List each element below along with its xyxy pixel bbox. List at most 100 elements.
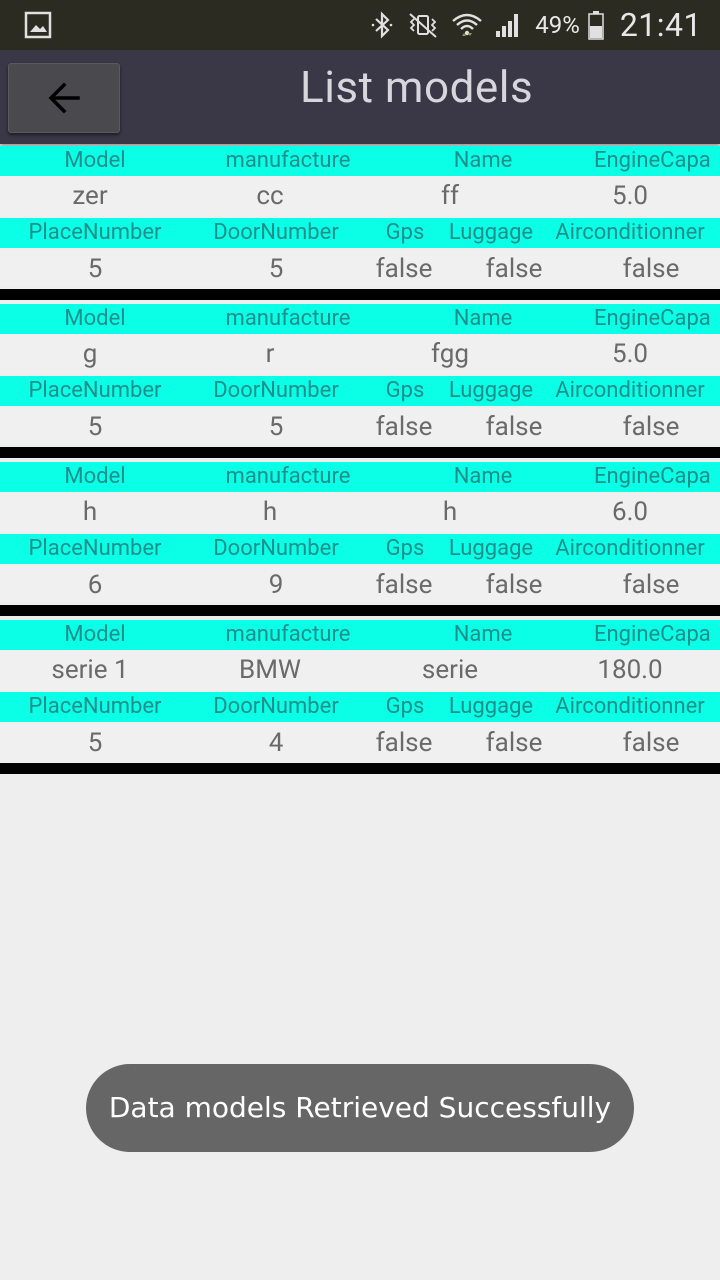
label-engine-capacity: EngineCapa bbox=[594, 148, 711, 173]
luggage-value: false bbox=[485, 570, 543, 600]
manufacture-value: h bbox=[262, 497, 278, 527]
list-item[interactable]: Model manufacture Name EngineCapa serie … bbox=[0, 620, 720, 778]
header-row-1: Model manufacture Name EngineCapa bbox=[0, 146, 720, 176]
battery-icon bbox=[588, 11, 604, 40]
label-place-number: PlaceNumber bbox=[28, 694, 162, 719]
wifi-icon bbox=[452, 13, 483, 36]
airconditionner-value: false bbox=[622, 254, 680, 284]
value-row-2: 5 5 false false false bbox=[0, 408, 720, 444]
label-door-number: DoorNumber bbox=[213, 220, 339, 245]
label-place-number: PlaceNumber bbox=[28, 536, 162, 561]
label-manufacture: manufacture bbox=[225, 306, 351, 331]
back-button[interactable] bbox=[8, 63, 120, 133]
value-row-1: serie 1 BMW serie 180.0 bbox=[0, 650, 720, 690]
label-engine-capacity: EngineCapa bbox=[594, 464, 711, 489]
label-place-number: PlaceNumber bbox=[28, 220, 162, 245]
name-value: ff bbox=[440, 181, 460, 211]
label-airconditionner: Airconditionner bbox=[555, 220, 705, 245]
value-row-1: h h h 6.0 bbox=[0, 492, 720, 532]
models-list: Model manufacture Name EngineCapa zer cc… bbox=[0, 146, 720, 778]
engine-capacity-value: 5.0 bbox=[611, 181, 649, 211]
label-luggage: Luggage bbox=[448, 220, 534, 245]
gps-value: false bbox=[375, 570, 433, 600]
label-manufacture: manufacture bbox=[225, 622, 351, 647]
label-door-number: DoorNumber bbox=[213, 378, 339, 403]
manufacture-value: BMW bbox=[239, 655, 301, 685]
gps-value: false bbox=[375, 412, 433, 442]
label-airconditionner: Airconditionner bbox=[555, 694, 705, 719]
label-manufacture: manufacture bbox=[225, 148, 351, 173]
label-luggage: Luggage bbox=[448, 694, 534, 719]
divider bbox=[0, 605, 720, 616]
header-row-2: PlaceNumber DoorNumber Gps Luggage Airco… bbox=[0, 692, 720, 722]
label-name: Name bbox=[453, 306, 513, 331]
arrow-left-icon bbox=[48, 82, 80, 114]
label-airconditionner: Airconditionner bbox=[555, 378, 705, 403]
engine-capacity-value: 6.0 bbox=[611, 497, 649, 527]
label-door-number: DoorNumber bbox=[213, 694, 339, 719]
engine-capacity-value: 180.0 bbox=[597, 655, 663, 685]
name-value: fgg bbox=[431, 339, 469, 369]
label-model: Model bbox=[64, 464, 126, 489]
list-item[interactable]: Model manufacture Name EngineCapa h h h … bbox=[0, 462, 720, 620]
divider bbox=[0, 447, 720, 458]
label-model: Model bbox=[64, 622, 126, 647]
label-name: Name bbox=[453, 464, 513, 489]
header-row-1: Model manufacture Name EngineCapa bbox=[0, 462, 720, 492]
label-luggage: Luggage bbox=[448, 378, 534, 403]
model-value: serie 1 bbox=[51, 655, 129, 685]
value-row-1: g r fgg 5.0 bbox=[0, 334, 720, 374]
clock: 21:41 bbox=[619, 6, 702, 44]
model-value: zer bbox=[72, 181, 108, 211]
label-name: Name bbox=[453, 148, 513, 173]
gallery-icon bbox=[24, 11, 52, 39]
luggage-value: false bbox=[485, 412, 543, 442]
airconditionner-value: false bbox=[622, 728, 680, 758]
label-gps: Gps bbox=[385, 220, 425, 245]
place-number-value: 5 bbox=[87, 254, 103, 284]
label-engine-capacity: EngineCapa bbox=[594, 622, 711, 647]
place-number-value: 5 bbox=[87, 412, 103, 442]
manufacture-value: r bbox=[265, 339, 275, 369]
list-item[interactable]: Model manufacture Name EngineCapa zer cc… bbox=[0, 146, 720, 304]
value-row-1: zer cc ff 5.0 bbox=[0, 176, 720, 216]
door-number-value: 5 bbox=[268, 412, 284, 442]
header-row-1: Model manufacture Name EngineCapa bbox=[0, 304, 720, 334]
place-number-value: 5 bbox=[87, 728, 103, 758]
label-manufacture: manufacture bbox=[225, 464, 351, 489]
label-gps: Gps bbox=[385, 378, 425, 403]
action-bar: List models bbox=[0, 50, 720, 144]
list-item[interactable]: Model manufacture Name EngineCapa g r fg… bbox=[0, 304, 720, 462]
gps-value: false bbox=[375, 254, 433, 284]
header-row-2: PlaceNumber DoorNumber Gps Luggage Airco… bbox=[0, 534, 720, 564]
vibrate-icon bbox=[409, 13, 437, 38]
label-door-number: DoorNumber bbox=[213, 536, 339, 561]
door-number-value: 9 bbox=[268, 570, 284, 600]
door-number-value: 4 bbox=[268, 728, 284, 758]
label-place-number: PlaceNumber bbox=[28, 378, 162, 403]
divider bbox=[0, 763, 720, 774]
toast-message: Data models Retrieved Successfully bbox=[86, 1064, 634, 1152]
status-bar: 49% 21:41 bbox=[0, 0, 720, 50]
header-row-2: PlaceNumber DoorNumber Gps Luggage Airco… bbox=[0, 218, 720, 248]
model-value: h bbox=[82, 497, 98, 527]
door-number-value: 5 bbox=[268, 254, 284, 284]
value-row-2: 5 5 false false false bbox=[0, 250, 720, 286]
engine-capacity-value: 5.0 bbox=[611, 339, 649, 369]
value-row-2: 5 4 false false false bbox=[0, 724, 720, 760]
label-airconditionner: Airconditionner bbox=[555, 536, 705, 561]
value-row-2: 6 9 false false false bbox=[0, 566, 720, 602]
label-gps: Gps bbox=[385, 694, 425, 719]
label-name: Name bbox=[453, 622, 513, 647]
signal-icon bbox=[496, 14, 519, 37]
header-row-2: PlaceNumber DoorNumber Gps Luggage Airco… bbox=[0, 376, 720, 406]
luggage-value: false bbox=[485, 728, 543, 758]
label-engine-capacity: EngineCapa bbox=[594, 306, 711, 331]
battery-percent: 49% bbox=[535, 11, 580, 39]
label-model: Model bbox=[64, 148, 126, 173]
bluetooth-icon bbox=[371, 11, 393, 39]
airconditionner-value: false bbox=[622, 570, 680, 600]
name-value: h bbox=[442, 497, 458, 527]
page-title: List models bbox=[300, 61, 534, 113]
divider bbox=[0, 289, 720, 300]
